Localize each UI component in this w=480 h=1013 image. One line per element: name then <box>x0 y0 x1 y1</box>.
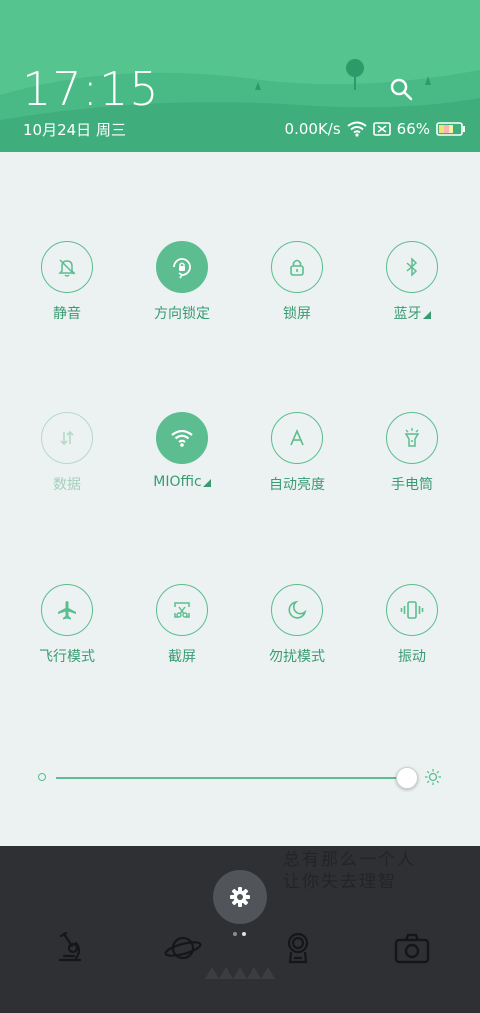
brightness-slider-track[interactable] <box>56 777 400 779</box>
network-speed: 0.00K/s <box>284 120 341 138</box>
wifi-icon <box>171 429 193 447</box>
wallpaper-line: 让你失去理智 <box>283 872 397 892</box>
brightness-high-icon <box>425 769 441 785</box>
tile-silent[interactable]: 静音 <box>12 241 122 323</box>
tile-label: 方向锁定 <box>154 306 210 322</box>
tile-label: 自动亮度 <box>269 477 325 493</box>
tile-flashlight-button[interactable] <box>386 412 438 464</box>
tile-vibrate-button[interactable] <box>386 584 438 636</box>
tile-label-row: 蓝牙 <box>357 303 467 323</box>
tile-bluetooth[interactable]: 蓝牙 <box>357 241 467 323</box>
tile-airplane[interactable]: 飞行模式 <box>12 584 122 666</box>
wifi-icon <box>347 121 367 137</box>
tile-label: 静音 <box>53 306 81 322</box>
tile-silent-button[interactable] <box>41 241 93 293</box>
clock[interactable]: 17:15 <box>22 62 160 116</box>
planet-app-icon[interactable] <box>163 928 203 968</box>
rotation-lock-icon <box>173 258 191 279</box>
tile-wifi-button[interactable] <box>156 412 208 464</box>
tile-airplane-button[interactable] <box>41 584 93 636</box>
tile-flashlight[interactable]: 手电筒 <box>357 412 467 494</box>
tile-label: 锁屏 <box>283 306 311 322</box>
no-sim-icon <box>372 122 391 136</box>
brightness-low-icon <box>38 773 46 781</box>
tile-label: 勿扰模式 <box>269 649 325 665</box>
tile-label: 飞行模式 <box>39 649 95 665</box>
mobile-data-icon <box>60 430 74 446</box>
tile-label-row: MIOffic <box>127 474 237 490</box>
lock-icon <box>290 259 304 276</box>
flashlight-icon <box>404 428 420 447</box>
astronaut-app-icon[interactable] <box>278 928 318 968</box>
wallpaper-line: 总有那么一个人 <box>283 850 416 870</box>
status-bar: 0.00K/s 66% <box>285 119 466 139</box>
page-dot <box>233 932 237 936</box>
tile-screenshot[interactable]: 截屏 <box>127 584 237 666</box>
airplane-icon <box>58 601 76 620</box>
gear-icon <box>230 887 250 907</box>
moon-icon <box>288 600 307 619</box>
search-icon[interactable] <box>389 77 413 101</box>
battery-icon <box>436 122 466 136</box>
tile-label: MIOffic <box>153 474 202 490</box>
bluetooth-icon <box>406 257 418 277</box>
tile-do-not-disturb-button[interactable] <box>271 584 323 636</box>
triangle-decoration <box>205 967 275 979</box>
tile-mobile-data[interactable]: 数据 <box>12 412 122 494</box>
tile-label: 截屏 <box>168 649 196 665</box>
tile-mobile-data-button[interactable] <box>41 412 93 464</box>
vibrate-icon <box>400 601 424 619</box>
tile-bluetooth-button[interactable] <box>386 241 438 293</box>
screenshot-icon <box>174 602 190 618</box>
page-dot-active <box>242 932 246 936</box>
tile-vibrate[interactable]: 振动 <box>357 584 467 666</box>
page-indicator <box>233 932 246 936</box>
expand-arrow-icon[interactable] <box>202 479 211 487</box>
expand-arrow-icon[interactable] <box>422 311 431 319</box>
tile-rotation-lock[interactable]: 方向锁定 <box>127 241 237 323</box>
battery-percent: 66% <box>396 120 430 138</box>
settings-button[interactable] <box>213 870 267 924</box>
brightness-slider-thumb[interactable] <box>396 767 418 789</box>
tile-label: 振动 <box>398 649 426 665</box>
auto-brightness-icon <box>290 428 304 446</box>
tile-wifi[interactable]: MIOffic <box>127 412 237 490</box>
tile-auto-brightness[interactable]: 自动亮度 <box>242 412 352 494</box>
tile-do-not-disturb[interactable]: 勿扰模式 <box>242 584 352 666</box>
tile-label: 数据 <box>53 477 81 493</box>
bell-off-icon <box>58 259 76 277</box>
camera-app-icon[interactable] <box>392 928 432 968</box>
date[interactable]: 10月24日 周三 <box>23 119 126 140</box>
tile-label: 蓝牙 <box>393 306 422 322</box>
tile-screenshot-button[interactable] <box>156 584 208 636</box>
tile-rotation-lock-button[interactable] <box>156 241 208 293</box>
tile-auto-brightness-button[interactable] <box>271 412 323 464</box>
wallpaper-text: 总有那么一个人 让你失去理智 <box>283 849 416 893</box>
tile-label: 手电筒 <box>391 477 433 493</box>
tile-lock-screen[interactable]: 锁屏 <box>242 241 352 323</box>
tile-lock-screen-button[interactable] <box>271 241 323 293</box>
status-header: 17:15 10月24日 周三 0.00K/s 66% <box>0 0 480 152</box>
microscope-app-icon[interactable] <box>50 928 90 968</box>
